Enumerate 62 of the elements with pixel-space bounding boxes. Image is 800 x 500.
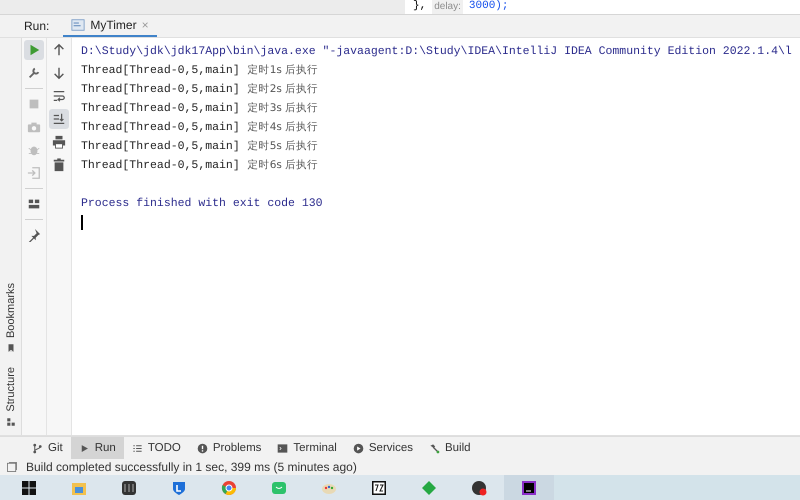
tool-window-tab[interactable]: Problems <box>188 437 270 459</box>
thread-name: Thread[Thread-0,5,main] <box>81 63 240 79</box>
shield-icon[interactable] <box>171 480 187 496</box>
parameter-hint: delay: <box>432 0 463 14</box>
output-message: 定时3s 后执行 <box>248 101 318 116</box>
down-arrow-icon <box>52 66 66 80</box>
bookmark-icon <box>6 343 16 354</box>
run-label: Run: <box>23 18 50 35</box>
terminal-icon <box>277 442 288 454</box>
rerun-button[interactable] <box>24 40 44 60</box>
browser-icon[interactable] <box>221 480 237 496</box>
exit-icon <box>27 166 41 180</box>
tool-window-tab[interactable]: Build <box>420 437 479 459</box>
status-icon[interactable] <box>6 461 18 473</box>
services-icon <box>352 442 364 454</box>
tool-window-tab[interactable]: TODO <box>124 437 189 459</box>
thread-name: Thread[Thread-0,5,main] <box>81 120 240 136</box>
tool-window-tab[interactable]: Run <box>70 437 124 459</box>
hammer-icon <box>428 442 440 454</box>
output-message: 定时6s 后执行 <box>248 158 318 173</box>
thread-name: Thread[Thread-0,5,main] <box>81 101 240 117</box>
structure-icon <box>6 417 16 427</box>
ide-app-icon[interactable] <box>521 480 537 496</box>
app-icon[interactable] <box>121 480 137 496</box>
warning-circle-icon <box>196 442 208 454</box>
tool-window-tab[interactable]: Git <box>24 437 71 459</box>
stop-icon <box>27 97 41 111</box>
console-icon <box>71 18 86 32</box>
code-text: }, <box>413 0 426 14</box>
pin-icon <box>27 228 41 242</box>
print-icon <box>52 135 66 149</box>
output-message: 定时2s 后执行 <box>248 82 318 97</box>
thread-name: Thread[Thread-0,5,main] <box>81 82 240 98</box>
output-message: 定时4s 后执行 <box>248 120 318 135</box>
output-message: 定时5s 后执行 <box>248 139 318 154</box>
status-message: Build completed successfully in 1 sec, 399 ms (5 minutes ago) <box>26 460 357 474</box>
up-arrow-icon <box>52 43 66 57</box>
code-text: 3000); <box>468 0 508 14</box>
record-app-icon[interactable] <box>471 480 487 496</box>
scroll-to-end-icon <box>52 112 66 126</box>
command-line: D:\Study\jdk\jdk17App\bin\java.exe "-javaagent:D:\Study\IDEA\IntelliJ IDEA Community Edition 2022.1.4\l <box>81 44 793 60</box>
side-tool-button[interactable]: Bookmarks <box>0 283 21 354</box>
run-tab[interactable]: MyTimer × <box>63 15 157 37</box>
thread-name: Thread[Thread-0,5,main] <box>81 158 240 174</box>
layout-icon <box>27 197 41 211</box>
text-cursor <box>81 215 83 230</box>
thread-name: Thread[Thread-0,5,main] <box>81 139 240 155</box>
list-icon <box>132 442 143 454</box>
exit-message: Process finished with exit code 130 <box>81 196 324 212</box>
scroll-to-end-button[interactable] <box>49 109 69 129</box>
tool-window-tab[interactable]: Services <box>344 437 421 459</box>
archive-app-icon[interactable] <box>371 480 387 496</box>
tool-window-tab[interactable]: Terminal <box>269 437 345 459</box>
trash-icon <box>52 158 66 172</box>
branch-icon <box>32 442 43 454</box>
output-message: 定时1s 后执行 <box>248 63 318 78</box>
wrench-icon <box>27 66 41 80</box>
camera-icon <box>27 120 41 134</box>
tab-title: MyTimer <box>90 18 137 32</box>
soft-wrap-icon <box>52 89 66 103</box>
windows-logo-icon[interactable] <box>21 480 37 496</box>
side-tool-button[interactable]: Structure <box>0 367 21 427</box>
